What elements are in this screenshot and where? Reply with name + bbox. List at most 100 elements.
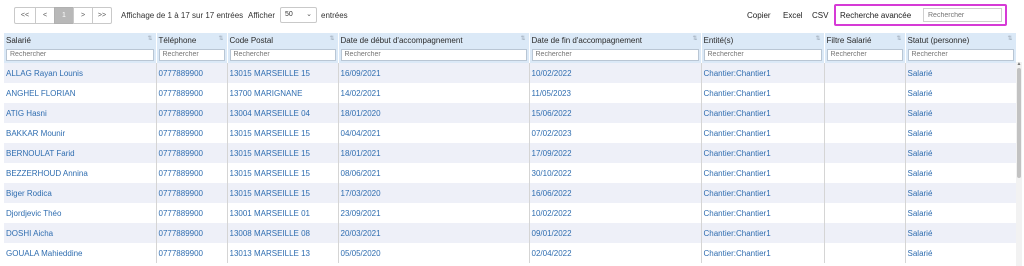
column-filter-input[interactable]: [340, 48, 527, 61]
column-filter-cell: [338, 47, 530, 63]
advanced-search-box: Recherche avancée: [834, 4, 1007, 26]
column-filter-input[interactable]: [531, 48, 699, 61]
table-cell[interactable]: BAKKAR Mounir: [4, 123, 157, 143]
table-row[interactable]: BAKKAR Mounir 0777889900 13015 MARSEILLE 1…: [4, 123, 1016, 143]
scroll-up-icon[interactable]: ▲: [1016, 61, 1022, 67]
table-cell: Chantier:Chantier1: [701, 123, 825, 143]
column-header-label: Code Postal: [229, 35, 274, 45]
scrollbar-thumb[interactable]: [1017, 68, 1021, 178]
table-cell[interactable]: DOSHI Aicha: [4, 223, 157, 243]
column-filter-input[interactable]: [826, 48, 903, 61]
table-row[interactable]: DOSHI Aicha 0777889900 13008 MARSEILLE 08 2…: [4, 223, 1016, 243]
table-cell[interactable]: ANGHEL FLORIAN: [4, 83, 157, 103]
column-filter-input[interactable]: [907, 48, 1014, 61]
table-cell: 08/06/2021: [338, 163, 530, 183]
sort-icon[interactable]: ⇅: [1007, 35, 1012, 42]
table-cell: Salarié: [905, 243, 1016, 263]
advanced-search-label[interactable]: Recherche avancée: [840, 11, 911, 20]
table-cell: 23/09/2021: [338, 203, 530, 223]
first-page-button[interactable]: <<: [14, 7, 36, 24]
page-length-label: Afficher: [248, 11, 275, 20]
table-cell: 0777889900: [156, 83, 228, 103]
table-cell: 14/02/2021: [338, 83, 530, 103]
column-filter-input[interactable]: [703, 48, 822, 61]
column-header-label: Téléphone: [158, 35, 197, 45]
column-filter-input[interactable]: [229, 48, 336, 61]
page-length-suffix: entrées: [321, 11, 348, 20]
next-page-button[interactable]: >: [73, 7, 93, 24]
table-cell: [824, 183, 906, 203]
column-filter-input[interactable]: [158, 48, 225, 61]
table-cell: 02/04/2022: [529, 243, 702, 263]
table-row[interactable]: BEZZERHOUD Annina 0777889900 13015 MARSEIL…: [4, 163, 1016, 183]
table-cell[interactable]: BERNOULAT Farid: [4, 143, 157, 163]
table-cell: 13700 MARIGNANE: [227, 83, 339, 103]
table-row[interactable]: ATIG Hasni 0777889900 13004 MARSEILLE 04 18…: [4, 103, 1016, 123]
table-row[interactable]: ALLAG Rayan Lounis 0777889900 13015 MARSEI…: [4, 63, 1016, 83]
table-cell: 20/03/2021: [338, 223, 530, 243]
entries-info: Affichage de 1 à 17 sur 17 entrées: [121, 11, 244, 20]
table-cell: Salarié: [905, 163, 1016, 183]
table-row[interactable]: Biger Rodica 0777889900 13015 MARSEILLE 15…: [4, 183, 1016, 203]
table-cell[interactable]: GOUALA Mahieddine: [4, 243, 157, 263]
table-cell: [824, 243, 906, 263]
table-row[interactable]: BERNOULAT Farid 0777889900 13015 MARSEILLE…: [4, 143, 1016, 163]
table-cell: [824, 103, 906, 123]
table-cell[interactable]: ALLAG Rayan Lounis: [4, 63, 157, 83]
column-header[interactable]: Téléphone ⇅: [156, 33, 228, 47]
table-cell: 0777889900: [156, 163, 228, 183]
table-cell: 13015 MARSEILLE 15: [227, 163, 339, 183]
table-cell: Chantier:Chantier1: [701, 103, 825, 123]
table-cell[interactable]: Djordjevic Théo: [4, 203, 157, 223]
table-row[interactable]: Djordjevic Théo 0777889900 13001 MARSEILLE…: [4, 203, 1016, 223]
table-cell: 15/06/2022: [529, 103, 702, 123]
table-cell: Salarié: [905, 63, 1016, 83]
page-length-select[interactable]: 50 ⌄: [280, 7, 317, 23]
table-cell[interactable]: BEZZERHOUD Annina: [4, 163, 157, 183]
table-cell: 17/09/2022: [529, 143, 702, 163]
table-cell: [824, 143, 906, 163]
table-cell: 16/06/2022: [529, 183, 702, 203]
table-cell: 13013 MARSEILLE 13: [227, 243, 339, 263]
column-header[interactable]: Salarié ⇅: [4, 33, 157, 47]
table-cell: Salarié: [905, 123, 1016, 143]
table-cell[interactable]: Biger Rodica: [4, 183, 157, 203]
column-filter-cell: [824, 47, 906, 63]
table-cell: 13001 MARSEILLE 01: [227, 203, 339, 223]
table-cell: 05/05/2020: [338, 243, 530, 263]
global-search-input[interactable]: [923, 8, 1002, 22]
column-header[interactable]: Date de début d'accompagnement ⇅: [338, 33, 530, 47]
table-cell: 17/03/2020: [338, 183, 530, 203]
table-cell: 07/02/2023: [529, 123, 702, 143]
sort-icon[interactable]: ⇅: [692, 35, 697, 42]
csv-button[interactable]: CSV: [812, 11, 828, 20]
copy-button[interactable]: Copier: [747, 11, 771, 20]
filter-row: [4, 47, 1016, 63]
column-header[interactable]: Entité(s) ⇅: [701, 33, 825, 47]
excel-button[interactable]: Excel: [783, 11, 803, 20]
table-cell: Salarié: [905, 103, 1016, 123]
table-cell: 13015 MARSEILLE 15: [227, 123, 339, 143]
column-filter-input[interactable]: [6, 48, 154, 61]
table-row[interactable]: GOUALA Mahieddine 0777889900 13013 MARSEIL…: [4, 243, 1016, 263]
column-header[interactable]: Filtre Salarié ⇅: [824, 33, 906, 47]
sort-icon[interactable]: ⇅: [329, 35, 334, 42]
column-filter-cell: [529, 47, 702, 63]
sort-icon[interactable]: ⇅: [896, 35, 901, 42]
header-row: Salarié ⇅ Téléphone ⇅ Code Postal ⇅ Date de dé…: [4, 33, 1016, 47]
sort-icon[interactable]: ⇅: [815, 35, 820, 42]
sort-icon[interactable]: ⇅: [520, 35, 525, 42]
last-page-button[interactable]: >>: [92, 7, 112, 24]
table-cell[interactable]: ATIG Hasni: [4, 103, 157, 123]
sort-icon[interactable]: ⇅: [218, 35, 223, 42]
sort-icon[interactable]: ⇅: [147, 35, 152, 42]
page-1-button[interactable]: 1: [54, 7, 74, 24]
table-row[interactable]: ANGHEL FLORIAN 0777889900 13700 MARIGNANE 1…: [4, 83, 1016, 103]
column-header[interactable]: Code Postal ⇅: [227, 33, 339, 47]
table-cell: 13015 MARSEILLE 15: [227, 143, 339, 163]
column-header[interactable]: Date de fin d'accompagnement ⇅: [529, 33, 702, 47]
table-cell: [824, 63, 906, 83]
prev-page-button[interactable]: <: [35, 7, 55, 24]
table-cell: 0777889900: [156, 63, 228, 83]
column-header[interactable]: Statut (personne) ⇅: [905, 33, 1016, 47]
